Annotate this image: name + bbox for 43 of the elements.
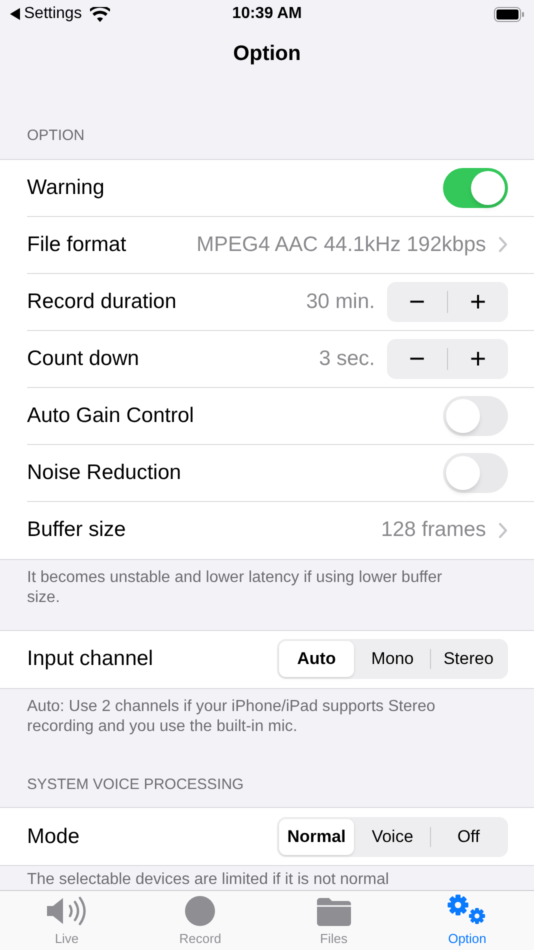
back-link[interactable]: Settings [24,2,82,26]
value-text: 3 sec. [318,346,375,372]
row-label: Input channel [27,646,154,672]
battery-icon [494,6,524,22]
row-label: Record duration [27,288,178,315]
decrement-button[interactable]: − [387,338,447,378]
segment-option[interactable]: Auto [279,641,354,677]
folder-icon [316,898,351,926]
speaker-icon [46,896,88,926]
section-header: OPTION [27,127,85,144]
toggle-switch[interactable] [443,168,508,208]
row-label: Count down [27,346,140,372]
row-label: Auto Gain Control [27,402,195,429]
segment-option[interactable]: Normal [279,818,354,854]
chevron-icon [498,236,508,253]
row-label: File format [27,232,128,258]
tab-item[interactable]: Option [400,891,534,950]
segment-option[interactable]: Off [431,818,506,854]
section-header: SYSTEM VOICE PROCESSING [27,776,244,792]
toggle-switch[interactable] [443,452,508,492]
segment-option[interactable]: Stereo [431,641,506,677]
value-text: 30 min. [306,288,375,315]
clock-time: 10:39 AM [232,4,302,24]
row-label: Buffer size [27,517,127,544]
row-label: Warning [27,174,106,201]
section-footer: The selectable devices are limited if it is not normal [27,870,454,890]
toggle-switch[interactable] [443,396,508,436]
value-text: 128 frames [380,517,486,544]
increment-button[interactable]: + [448,282,508,322]
section-footer: Auto: Use 2 channels if your iPhone/iPad supports Stereo recording and you use the built-in mic. [27,696,454,736]
wifi-icon [90,6,110,22]
page-title: Option [233,41,301,68]
chevron-icon [498,522,508,538]
segment-option[interactable]: Mono [355,641,430,677]
section-footer: It becomes unstable and lower latency if using lower buffer size. [27,568,454,608]
segment-option[interactable]: Voice [355,818,430,854]
increment-button[interactable]: + [448,338,508,378]
record-icon [185,896,216,926]
decrement-button[interactable]: − [387,282,447,322]
row-label: Mode [27,824,81,850]
row-label: Noise Reduction [27,460,182,486]
back-arrow-icon [10,8,20,20]
value-text: MPEG4 AAC 44.1kHz 192kbps [196,232,486,258]
